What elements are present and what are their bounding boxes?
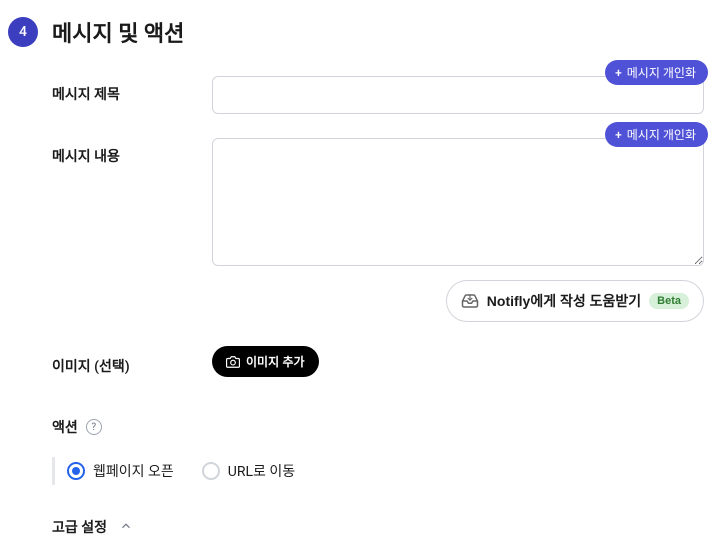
radio-unchecked-icon bbox=[202, 462, 220, 480]
radio-webpage-open[interactable]: 웹페이지 오픈 bbox=[67, 461, 174, 481]
advanced-settings-toggle[interactable]: 고급 설정 bbox=[52, 517, 704, 537]
message-content-input[interactable] bbox=[212, 138, 704, 266]
add-image-button[interactable]: 이미지 추가 bbox=[212, 346, 319, 377]
camera-icon bbox=[226, 355, 240, 369]
personalize-title-button[interactable]: + 메시지 개인화 bbox=[605, 60, 708, 85]
radio-label: 웹페이지 오픈 bbox=[93, 461, 174, 481]
personalize-label: 메시지 개인화 bbox=[627, 64, 696, 81]
step-number: 4 bbox=[19, 24, 27, 40]
add-image-label: 이미지 추가 bbox=[246, 353, 305, 370]
inbox-icon bbox=[461, 292, 479, 310]
personalize-label: 메시지 개인화 bbox=[627, 126, 696, 143]
image-label: 이미지 (선택) bbox=[52, 348, 212, 376]
plus-icon: + bbox=[615, 129, 622, 141]
chevron-up-icon bbox=[119, 518, 133, 537]
radio-label: URL로 이동 bbox=[228, 461, 295, 481]
message-title-label: 메시지 제목 bbox=[52, 76, 212, 114]
advanced-label: 고급 설정 bbox=[52, 517, 107, 537]
plus-icon: + bbox=[615, 67, 622, 79]
personalize-content-button[interactable]: + 메시지 개인화 bbox=[605, 122, 708, 147]
radio-checked-icon bbox=[67, 462, 85, 480]
notifly-help-button[interactable]: Notifly에게 작성 도움받기 Beta bbox=[446, 280, 704, 322]
section-title: 메시지 및 액션 bbox=[52, 16, 184, 48]
help-button-label: Notifly에게 작성 도움받기 bbox=[487, 291, 641, 311]
message-content-label: 메시지 내용 bbox=[52, 138, 212, 322]
radio-url-navigate[interactable]: URL로 이동 bbox=[202, 461, 295, 481]
action-radio-group: 웹페이지 오픈 URL로 이동 bbox=[52, 457, 704, 485]
help-icon[interactable]: ? bbox=[86, 419, 102, 435]
action-label: 액션 bbox=[52, 417, 78, 437]
beta-badge: Beta bbox=[649, 293, 689, 309]
step-number-badge: 4 bbox=[8, 17, 38, 47]
